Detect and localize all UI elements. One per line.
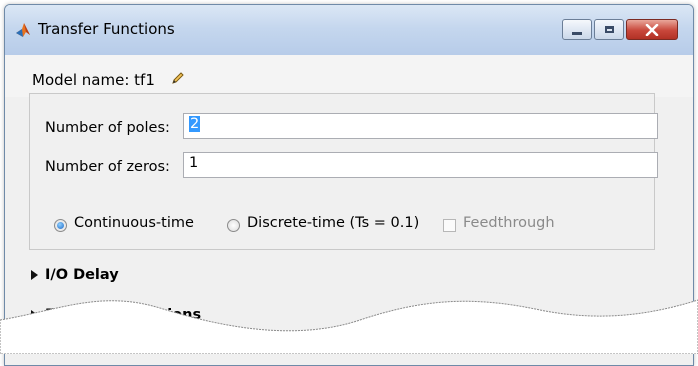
title-bar[interactable]: Transfer Functions: [5, 5, 693, 55]
dynamics-group: Number of poles: 2 Number of zeros: 1 Co…: [29, 93, 658, 250]
minimize-button[interactable]: [562, 19, 592, 40]
zeros-input[interactable]: 1: [183, 152, 658, 178]
continuous-time-label[interactable]: Continuous-time: [74, 215, 194, 231]
pencil-icon[interactable]: [170, 70, 186, 86]
zeros-value: 1: [189, 155, 199, 171]
close-button[interactable]: [626, 19, 678, 40]
poles-input[interactable]: 2: [183, 113, 658, 139]
discrete-time-radio[interactable]: [227, 219, 240, 232]
matlab-logo-icon: [16, 23, 30, 37]
feedthrough-label: Feedthrough: [463, 215, 555, 231]
maximize-button[interactable]: [594, 19, 624, 40]
continuous-time-radio[interactable]: [54, 219, 67, 232]
poles-label: Number of poles:: [45, 120, 170, 136]
zeros-label: Number of zeros:: [45, 159, 170, 175]
close-icon: [645, 23, 659, 36]
poles-value: 2: [189, 116, 201, 132]
window-title: Transfer Functions: [38, 20, 175, 38]
model-name-label: Model name: tf1: [32, 71, 155, 89]
model-name-row: Model name: tf1: [5, 55, 693, 97]
expand-triangle-icon[interactable]: [31, 270, 38, 280]
maximize-icon: [604, 26, 614, 33]
minimize-icon: [572, 32, 582, 35]
discrete-time-label[interactable]: Discrete-time (Ts = 0.1): [247, 215, 419, 231]
torn-edge: [0, 299, 698, 354]
feedthrough-checkbox[interactable]: [443, 219, 456, 232]
